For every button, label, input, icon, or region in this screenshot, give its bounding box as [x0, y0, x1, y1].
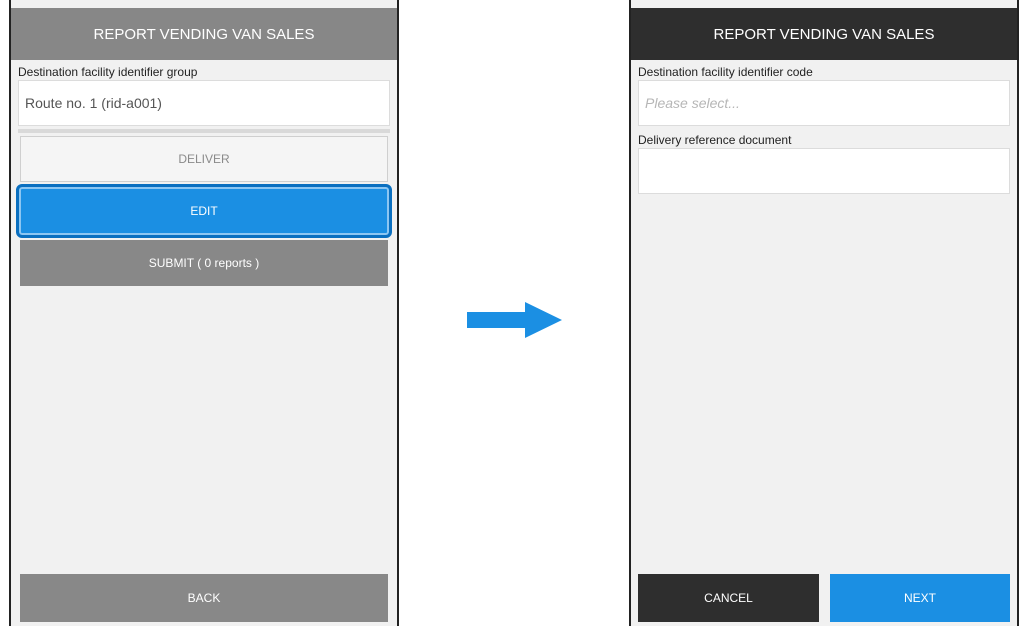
- code-placeholder: Please select...: [645, 95, 740, 111]
- group-field[interactable]: Route no. 1 (rid-a001): [18, 80, 390, 126]
- divider: [18, 129, 390, 133]
- back-button[interactable]: BACK: [20, 574, 388, 622]
- edit-button[interactable]: EDIT: [16, 184, 392, 238]
- page-title: REPORT VENDING VAN SALES: [631, 8, 1017, 60]
- code-select[interactable]: Please select...: [638, 80, 1010, 126]
- group-label: Destination facility identifier group: [18, 65, 198, 79]
- code-label: Destination facility identifier code: [638, 65, 813, 79]
- next-button[interactable]: NEXT: [830, 574, 1010, 622]
- deliver-button[interactable]: DELIVER: [20, 136, 388, 182]
- left-screen: REPORT VENDING VAN SALES Destination fac…: [9, 0, 399, 626]
- cancel-button[interactable]: CANCEL: [638, 574, 819, 622]
- doc-input[interactable]: [638, 148, 1010, 194]
- arrow-right-icon: [467, 302, 562, 338]
- group-value: Route no. 1 (rid-a001): [25, 95, 162, 111]
- right-screen: REPORT VENDING VAN SALES Destination fac…: [629, 0, 1019, 626]
- doc-label: Delivery reference document: [638, 133, 792, 147]
- page-title: REPORT VENDING VAN SALES: [11, 8, 397, 60]
- submit-button[interactable]: SUBMIT ( 0 reports ): [20, 240, 388, 286]
